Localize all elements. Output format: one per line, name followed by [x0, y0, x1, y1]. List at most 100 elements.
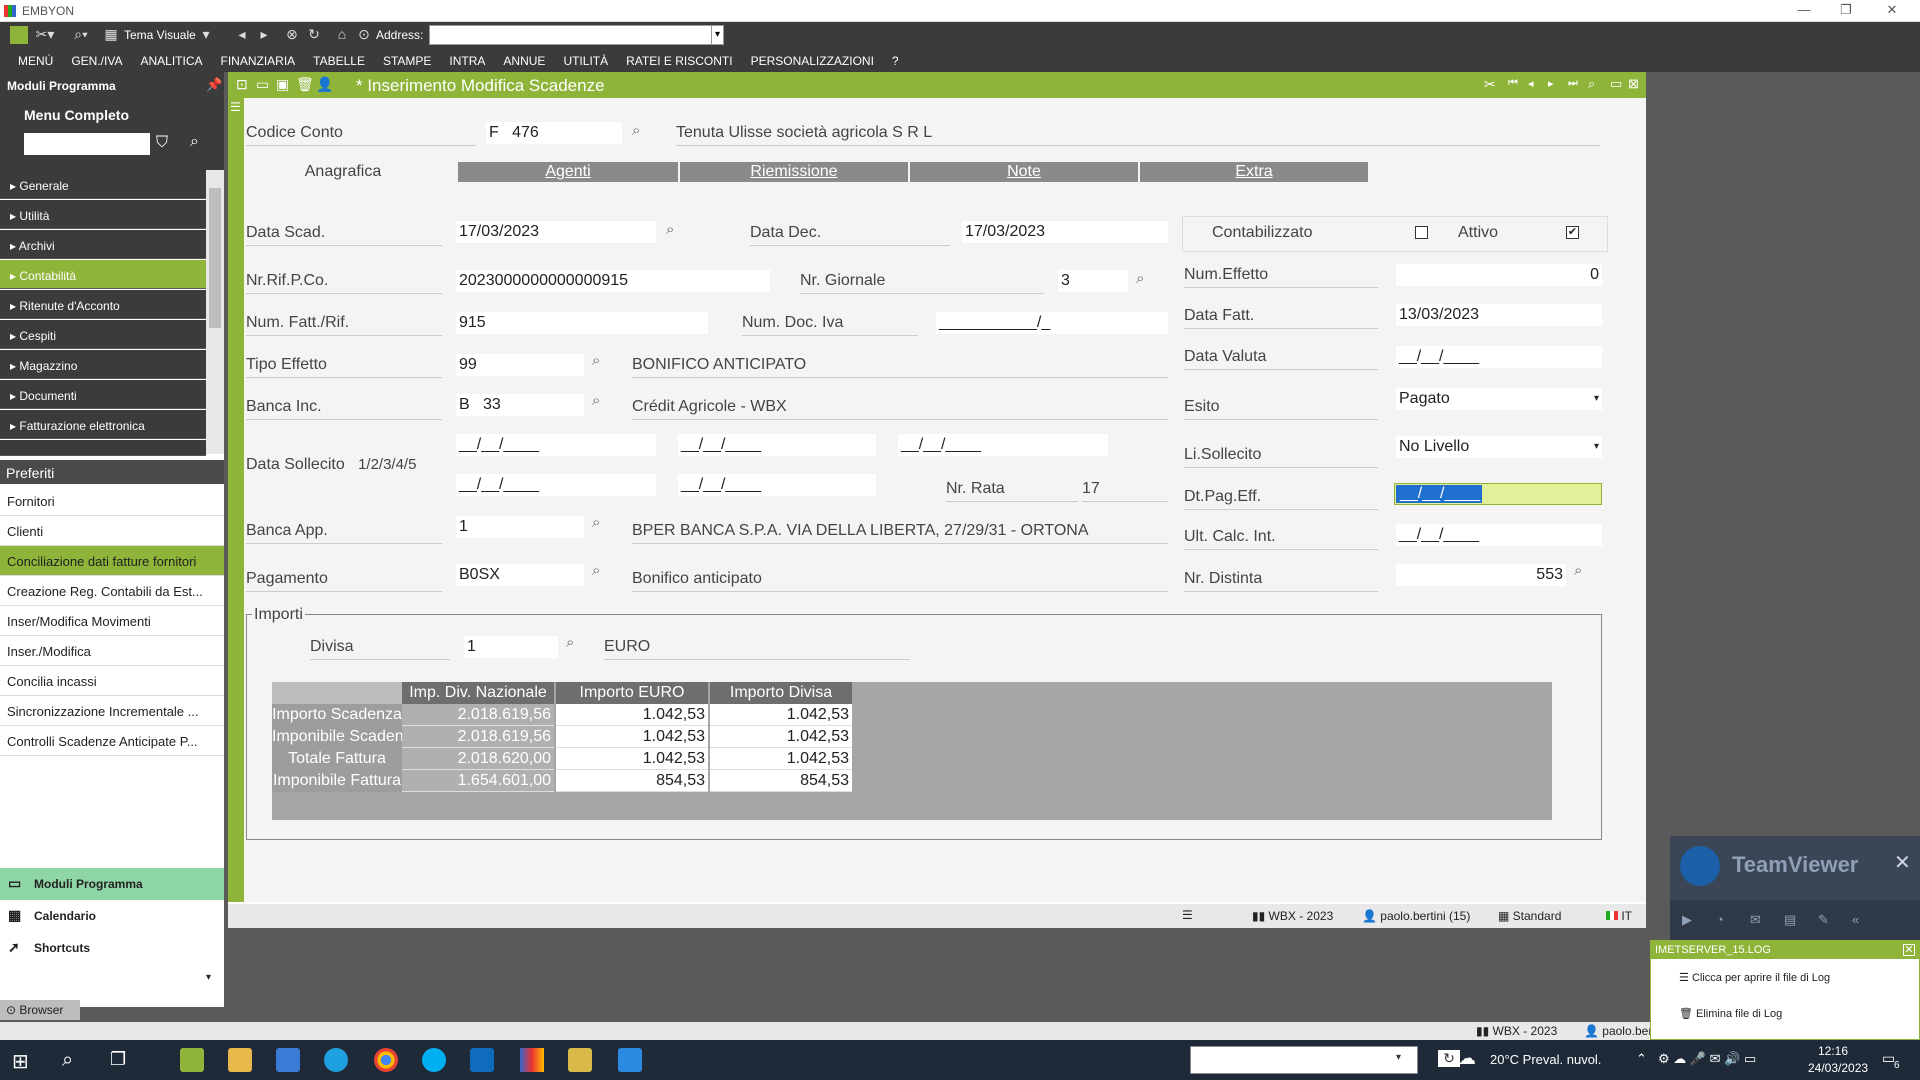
nav-item-utilita[interactable]: ▸ Utilità — [0, 200, 206, 229]
menu-search-input[interactable] — [24, 133, 150, 155]
theme-dropdown-icon[interactable]: ▾ — [200, 26, 212, 44]
menu-item[interactable]: UTILITÀ — [563, 49, 617, 72]
log-open-link[interactable]: ☰ Clicca per aprire il file di Log — [1679, 971, 1830, 984]
esito-select[interactable]: Pagato ▾ — [1396, 388, 1602, 410]
teamviewer-close-icon[interactable]: ✕ — [1894, 850, 1911, 875]
nav-item-fatturazione[interactable]: ▸ Fatturazione elettronica — [0, 410, 206, 439]
codice-conto-search-icon[interactable]: ⌕ — [632, 122, 640, 139]
favorite-item[interactable]: Inser./Modifica — [0, 636, 224, 666]
forward-icon[interactable]: ▸ — [258, 26, 270, 44]
ult-calc-input[interactable]: __/__/____ — [1396, 524, 1602, 546]
taskbar-search-input[interactable] — [1190, 1046, 1418, 1074]
menu-item[interactable]: ? — [892, 49, 908, 72]
divisa-search-icon[interactable]: ⌕ — [566, 634, 574, 651]
browser-tab[interactable]: ⊙ Browser — [0, 1000, 80, 1020]
home-icon[interactable] — [10, 26, 28, 44]
favorite-item[interactable]: Conciliazione dati fatture fornitori — [0, 546, 224, 576]
pagamento-search-icon[interactable]: ⌕ — [592, 562, 600, 579]
chrome-icon[interactable] — [374, 1048, 398, 1072]
window-close-icon[interactable]: ⊠ — [1628, 76, 1639, 92]
taskbar-refresh-icon[interactable]: ↻ — [1438, 1050, 1460, 1067]
tools-icon[interactable]: ✂▾ — [34, 26, 56, 44]
wrench-icon[interactable]: ✎ — [1818, 912, 1829, 928]
restore-button[interactable]: ❐ — [1826, 2, 1866, 20]
bottom-nav-calendar[interactable]: ▦ Calendario — [0, 900, 224, 932]
menu-item[interactable]: TABELLE — [313, 49, 374, 72]
log-close-icon[interactable]: ✕ — [1903, 944, 1915, 956]
sollecito-date-5[interactable]: __/__/____ — [678, 474, 876, 496]
embyon-taskbar-icon[interactable] — [180, 1048, 204, 1072]
nr-rif-input[interactable]: 2023000000000000915 — [456, 270, 770, 292]
banca-inc-input[interactable]: B 33 — [456, 394, 584, 416]
task-view-icon[interactable]: ❐ — [110, 1049, 126, 1070]
grid-cell[interactable]: 2.018.619,56 — [402, 726, 554, 748]
banca-app-input[interactable]: 1 — [456, 516, 584, 538]
data-scad-picker-icon[interactable]: ⌕ — [666, 221, 674, 238]
tab-agenti[interactable]: Agenti — [458, 162, 678, 182]
home-nav-icon[interactable]: ⌂ — [334, 26, 350, 44]
nav-item-cespiti[interactable]: ▸ Cespiti — [0, 320, 206, 349]
list-view-icon[interactable]: ☰ — [1182, 908, 1193, 922]
menu-item[interactable]: FINANZIARIA — [220, 49, 304, 72]
grid-cell[interactable]: 1.042,53 — [556, 726, 708, 748]
tab-extra[interactable]: Extra — [1140, 162, 1368, 182]
contabilizzato-checkbox[interactable] — [1415, 226, 1428, 239]
nav-item-magazzino[interactable]: ▸ Magazzino — [0, 350, 206, 379]
num-doc-iva-input[interactable]: ___________/_ — [936, 312, 1168, 334]
address-search-icon[interactable]: ⊙ — [356, 26, 372, 44]
grid-cell[interactable]: 854,53 — [556, 770, 708, 792]
data-scad-input[interactable]: 17/03/2023 — [456, 221, 656, 243]
grid-cell[interactable]: 1.654.601,00 — [402, 770, 554, 792]
grid-cell[interactable]: 1.042,53 — [710, 726, 852, 748]
favorite-item[interactable]: Fornitori — [0, 486, 224, 516]
sky-icon[interactable] — [618, 1048, 642, 1072]
outlook-icon[interactable] — [470, 1048, 494, 1072]
skype-icon[interactable] — [422, 1048, 446, 1072]
log-delete-link[interactable]: 🗑 Elimina file di Log — [1679, 1007, 1782, 1020]
nav-item-ritenute[interactable]: ▸ Ritenute d'Acconto — [0, 290, 206, 319]
codice-conto-input[interactable]: F 476 — [486, 122, 622, 144]
new-icon[interactable]: ⊡ — [236, 76, 248, 93]
nr-giornale-input[interactable]: 3 — [1058, 270, 1128, 292]
save-icon[interactable]: ▣ — [276, 76, 289, 93]
clock-time[interactable]: 12:16 — [1818, 1044, 1848, 1058]
menu-item[interactable]: GEN./IVA — [71, 49, 131, 72]
sollecito-date-4[interactable]: __/__/____ — [456, 474, 656, 496]
windows-start-icon[interactable]: ⊞ — [12, 1049, 29, 1074]
menu-item[interactable]: STAMPE — [383, 49, 440, 72]
explorer-icon[interactable] — [228, 1048, 252, 1072]
nav-item-generale[interactable]: ▸ Generale — [0, 170, 206, 199]
app-icon-2[interactable] — [568, 1048, 592, 1072]
address-input[interactable] — [429, 25, 724, 45]
window-maximize-icon[interactable]: ▭ — [1610, 76, 1622, 92]
menu-item[interactable]: RATEI E RISCONTI — [626, 49, 741, 72]
video-icon[interactable]: ▶ — [1682, 912, 1692, 928]
tab-anagrafica[interactable]: Anagrafica — [228, 162, 458, 182]
last-record-icon[interactable]: ⏭ — [1568, 77, 1578, 90]
app-icon[interactable] — [520, 1048, 544, 1072]
store-icon[interactable] — [276, 1048, 300, 1072]
minimize-button[interactable]: — — [1784, 2, 1824, 20]
bottom-nav-shortcuts[interactable]: ➚ Shortcuts — [0, 932, 224, 964]
filter-icon[interactable]: ⛉ — [156, 134, 168, 152]
prev-record-icon[interactable]: ◂ — [1528, 77, 1534, 90]
tray-icons[interactable]: ⚙ ☁ 🎤 ✉ 🔊 ▭ — [1658, 1051, 1756, 1067]
tipo-effetto-search-icon[interactable]: ⌕ — [592, 352, 600, 369]
search-icon[interactable]: ⌕ — [190, 133, 199, 151]
grid-cell[interactable]: 2.018.620,00 — [402, 748, 554, 770]
user-icon[interactable]: 👤 — [316, 76, 333, 93]
list-icon[interactable]: ☰ — [230, 100, 241, 114]
banca-inc-search-icon[interactable]: ⌕ — [592, 392, 600, 409]
pagamento-input[interactable]: B0SX — [456, 564, 584, 586]
stop-icon[interactable]: ⊗ — [284, 26, 300, 44]
attivo-checkbox[interactable]: ✔ — [1566, 226, 1579, 239]
favorite-item[interactable]: Controlli Scadenze Anticipate P... — [0, 726, 224, 756]
scroll-down-icon[interactable]: ▾ — [206, 972, 211, 983]
tab-note[interactable]: Note — [910, 162, 1138, 182]
favorite-item[interactable]: Sincronizzazione Incrementale ... — [0, 696, 224, 726]
next-record-icon[interactable]: ▸ — [1548, 77, 1554, 90]
menu-item[interactable]: ANNUE — [503, 49, 554, 72]
grid-cell[interactable]: 1.042,53 — [556, 704, 708, 726]
favorite-item[interactable]: Concilia incassi — [0, 666, 224, 696]
favorite-item[interactable]: Inser/Modifica Movimenti — [0, 606, 224, 636]
